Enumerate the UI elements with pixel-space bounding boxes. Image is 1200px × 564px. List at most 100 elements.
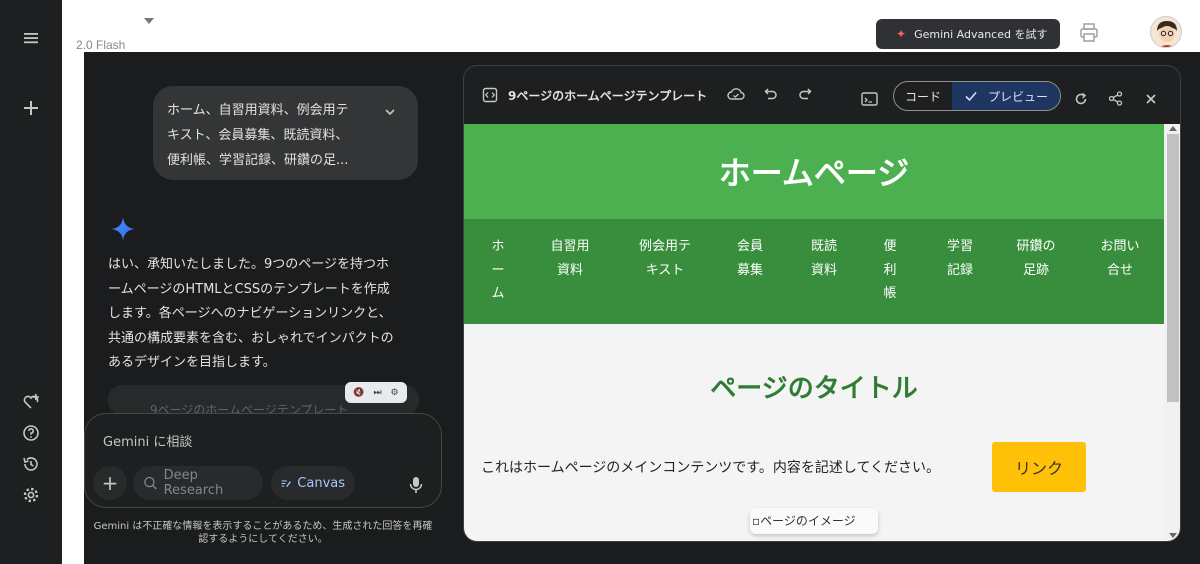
nav-item-footprints[interactable]: 研鑽の 足跡 [1010, 235, 1062, 282]
activity-button[interactable] [16, 449, 46, 479]
print-button[interactable] [1079, 22, 1099, 44]
nav-label: 帳 [883, 286, 897, 301]
cloud-done-icon [727, 88, 745, 100]
gear-icon[interactable]: ⚙ [390, 388, 398, 398]
scrollbar-thumb[interactable] [1167, 134, 1179, 402]
code-tab[interactable]: コード [894, 82, 952, 110]
share-icon[interactable] [1108, 91, 1123, 106]
user-message-line: ホーム、自習用資料、例会用テ [167, 103, 349, 118]
history-icon [23, 457, 38, 471]
nav-item-study-log[interactable]: 学習 記録 [938, 235, 982, 282]
reply-line: ームページのHTMLとCSSのテンプレートを作成 [108, 281, 390, 297]
scroll-down-icon[interactable] [1169, 533, 1177, 538]
assistant-reply: はい、承知いたしました。9つのページを持つホ ームページのHTMLとCSSのテン… [108, 253, 420, 376]
nav-label: 記録 [946, 262, 973, 278]
help-icon [23, 425, 39, 441]
try-advanced-label: Gemini Advanced を試す [914, 28, 1048, 41]
console-icon[interactable] [861, 92, 878, 106]
canvas-label: Canvas [297, 475, 345, 491]
nav-label: 合せ [1106, 262, 1133, 278]
nav-label: 足跡 [1022, 262, 1049, 278]
nav-item-read[interactable]: 既読 資料 [802, 235, 846, 282]
canvas-button[interactable]: Canvas [271, 466, 355, 500]
disclaimer: Gemini は不正確な情報を表示することがあるため、生成された回答を再確 認す… [84, 520, 442, 546]
nav-label: 会員 [736, 239, 763, 254]
nav-item-contact[interactable]: お問い 合せ [1092, 235, 1148, 282]
nav-label: 利 [883, 262, 897, 278]
image-alt-text: ページのイメージ [760, 514, 856, 528]
disclaimer-line: Gemini は不正確な情報を表示することがあるため、生成された回答を再確 [93, 521, 433, 532]
reply-line: します。各ページへのナビゲーションリンクと、 [108, 306, 392, 321]
skip-icon[interactable]: ⏭ [374, 388, 382, 398]
user-message-bubble[interactable]: ホーム、自習用資料、例会用テ キスト、会員募集、既読資料、 便利帳、学習記録、研… [153, 86, 418, 180]
site-title: ホームページ [718, 154, 910, 192]
prompt-input[interactable]: Gemini に相談 [103, 431, 192, 450]
sparkle-icon: ✦ [896, 27, 907, 41]
nav-label: 便 [883, 239, 897, 254]
new-chat-button[interactable] [16, 93, 46, 123]
settings-button[interactable] [16, 480, 46, 510]
nav-label: 学習 [946, 239, 973, 254]
reply-line: はい、承知いたしました。9つのページを持つホ [108, 257, 390, 272]
nav-label: 研鑽の [1016, 239, 1056, 254]
add-attachment-button[interactable]: + [93, 466, 127, 500]
gemini-app: 2.0 Flash ✦ Gemini Advanced を試す ホーム、自習用資… [0, 0, 1200, 564]
side-rail [0, 0, 62, 564]
tts-controls: 🔇 ⏭ ⚙ [345, 382, 407, 403]
chevron-down-icon[interactable] [384, 106, 396, 118]
check-icon [965, 91, 977, 102]
deep-research-label: Deep Research [163, 468, 224, 498]
nav-label: ー [491, 262, 505, 278]
canvas-icon [281, 480, 291, 488]
gemini-logo-icon [111, 217, 135, 241]
nav-label: お問い [1100, 239, 1140, 254]
microphone-icon[interactable] [409, 476, 423, 494]
view-toggle: コード プレビュー [893, 81, 1061, 111]
nav-label: 募集 [736, 262, 763, 278]
close-icon[interactable] [1145, 93, 1157, 105]
canvas-panel: 9ページのホームページテンプレート コード プレビュー ホームページ ホ ー ム… [463, 65, 1181, 542]
refresh-icon[interactable] [1074, 92, 1088, 106]
nav-item-members[interactable]: 会員 募集 [730, 235, 770, 282]
printer-icon [1080, 23, 1098, 42]
page-title: ページのタイトル [710, 374, 918, 404]
mute-icon[interactable]: 🔇 [353, 388, 364, 398]
nav-item-meeting-text[interactable]: 例会用テ キスト [630, 235, 700, 282]
prompt-input-box[interactable]: Gemini に相談 + Deep Research Canvas [84, 413, 442, 508]
model-label: 2.0 Flash [76, 38, 126, 52]
user-message-line: 便利帳、学習記録、研鑽の足... [167, 153, 349, 168]
try-advanced-button[interactable]: ✦ Gemini Advanced を試す [876, 19, 1060, 49]
site-header: ホームページ [464, 124, 1164, 219]
avatar[interactable] [1150, 16, 1182, 48]
scroll-up-icon[interactable] [1169, 126, 1177, 131]
heart-plus-icon [23, 394, 39, 409]
site-nav: ホ ー ム 自習用 資料 例会用テ キスト 会員 募集 既読 資料 便 利 帳 … [464, 219, 1164, 324]
gems-button[interactable] [16, 387, 46, 417]
reply-line: 共通の構成要素を含む、おしゃれでインパクトの [108, 330, 394, 346]
nav-item-home[interactable]: ホ ー ム [486, 235, 510, 306]
preview-tab-label: プレビュー [987, 89, 1048, 104]
redo-icon[interactable] [798, 87, 812, 101]
nav-label: ム [491, 286, 505, 301]
deep-research-button[interactable]: Deep Research [133, 466, 263, 500]
canvas-header: 9ページのホームページテンプレート コード プレビュー [464, 66, 1180, 124]
main-content-text: これはホームページのメインコンテンツです。内容を記述してください。 [481, 460, 941, 476]
link-button[interactable]: リンク [992, 442, 1086, 492]
broken-image-icon: ▫ [752, 514, 761, 528]
deep-research-icon [144, 476, 157, 490]
menu-button[interactable] [16, 23, 46, 53]
nav-label: 自習用 [550, 239, 590, 254]
nav-label: 例会用テ [638, 239, 691, 254]
website-preview: ホームページ ホ ー ム 自習用 資料 例会用テ キスト 会員 募集 既読 資料… [464, 124, 1164, 541]
nav-item-self-study[interactable]: 自習用 資料 [542, 235, 598, 282]
undo-icon[interactable] [764, 87, 778, 101]
nav-item-handbook[interactable]: 便 利 帳 [878, 235, 902, 306]
canvas-title: 9ページのホームページテンプレート [508, 89, 708, 103]
nav-label: キスト [645, 262, 685, 278]
user-message-line: キスト、会員募集、既読資料、 [167, 128, 349, 143]
user-message-text: ホーム、自習用資料、例会用テ キスト、会員募集、既読資料、 便利帳、学習記録、研… [167, 98, 377, 173]
preview-tab[interactable]: プレビュー [952, 82, 1060, 110]
help-button[interactable] [16, 418, 46, 448]
plus-icon [24, 101, 38, 115]
caret-down-icon [144, 18, 154, 24]
